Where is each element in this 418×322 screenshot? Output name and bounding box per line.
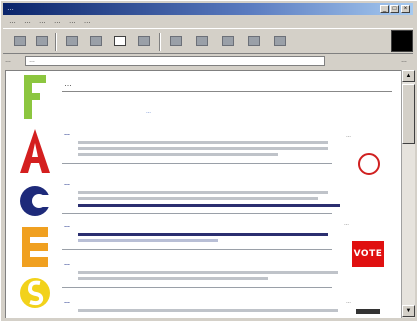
close-button[interactable]: × (401, 5, 410, 13)
address-bar: … … … (3, 55, 413, 68)
letter-a-icon (20, 129, 50, 173)
toolbar (3, 28, 413, 54)
entry-title[interactable]: … (64, 131, 70, 137)
entry-text (78, 271, 338, 274)
links-label[interactable]: … (401, 55, 407, 68)
entry-text (78, 309, 338, 312)
entry-divider (62, 213, 332, 214)
letter-f-logo (18, 73, 52, 121)
letter-s-icon (20, 278, 50, 308)
menu-item[interactable]: … (69, 16, 76, 27)
history-icon[interactable] (193, 32, 211, 50)
scroll-up-icon[interactable]: ▲ (402, 70, 415, 82)
stop-icon[interactable] (63, 32, 81, 50)
window-title: … (7, 5, 14, 12)
sidebar-label: … (346, 133, 351, 139)
address-label: … (5, 58, 11, 64)
browser-logo (391, 30, 413, 52)
menu-item[interactable]: … (84, 16, 91, 27)
entry-divider (62, 287, 332, 288)
letter-c-icon (20, 186, 52, 216)
forward-icon[interactable] (33, 32, 51, 50)
entry-text (78, 147, 328, 150)
back-icon[interactable] (11, 32, 29, 50)
title-bar: … _ □ × (3, 3, 413, 15)
menu-item[interactable]: … (39, 16, 46, 27)
vote-badge[interactable]: VOTE (352, 241, 384, 267)
scroll-down-icon[interactable]: ▼ (402, 305, 415, 317)
toolbar-separator (159, 33, 160, 51)
letter-a-logo (18, 127, 52, 175)
entry-text (78, 191, 328, 194)
letter-c-logo (18, 177, 52, 225)
sidebar-label: … (344, 221, 349, 227)
letter-f-icon (24, 75, 46, 119)
edit-icon[interactable] (271, 32, 289, 50)
home-icon[interactable] (111, 32, 129, 50)
letter-e-logo (18, 223, 52, 271)
menu-item[interactable]: … (9, 16, 16, 27)
menu-item[interactable]: … (24, 16, 31, 27)
browser-window: … _ □ × … … … … … … … … … … … … … … … … … (0, 0, 418, 322)
maximize-button[interactable]: □ (390, 5, 399, 13)
minimize-button[interactable]: _ (380, 5, 389, 13)
entry-text (78, 277, 268, 280)
sidebar-label: … (346, 299, 351, 305)
menu-bar: … … … … … … (3, 16, 413, 27)
search-icon[interactable] (135, 32, 153, 50)
header-divider (62, 91, 392, 92)
entry-text-highlight[interactable] (78, 204, 340, 207)
page-content: … … … … … … … … … VOTE … (5, 70, 401, 318)
vertical-scrollbar[interactable]: ▲ ▼ (401, 70, 415, 318)
entry-text (78, 239, 218, 242)
favorites-icon[interactable] (167, 32, 185, 50)
entry-divider (62, 249, 332, 250)
entry-text (78, 233, 328, 236)
letter-s-logo (18, 269, 52, 317)
entry-text (78, 153, 278, 156)
header-link[interactable]: … (146, 109, 151, 115)
page-title: … (64, 79, 72, 88)
refresh-icon[interactable] (87, 32, 105, 50)
toolbar-separator (55, 33, 56, 51)
entry-title[interactable]: … (64, 181, 70, 187)
entry-divider (62, 163, 332, 164)
entry-title[interactable]: … (64, 223, 70, 229)
menu-item[interactable]: … (54, 16, 61, 27)
entry-text (78, 141, 328, 144)
letter-e-icon (22, 227, 48, 267)
sidebar-badge[interactable] (356, 309, 380, 314)
award-badge-icon[interactable] (358, 153, 380, 175)
mail-icon[interactable] (219, 32, 237, 50)
entry-title[interactable]: … (64, 299, 70, 305)
address-input[interactable]: … (25, 56, 325, 66)
entry-title[interactable]: … (64, 261, 70, 267)
entry-text (78, 197, 318, 200)
scroll-thumb[interactable] (402, 84, 415, 144)
print-icon[interactable] (245, 32, 263, 50)
